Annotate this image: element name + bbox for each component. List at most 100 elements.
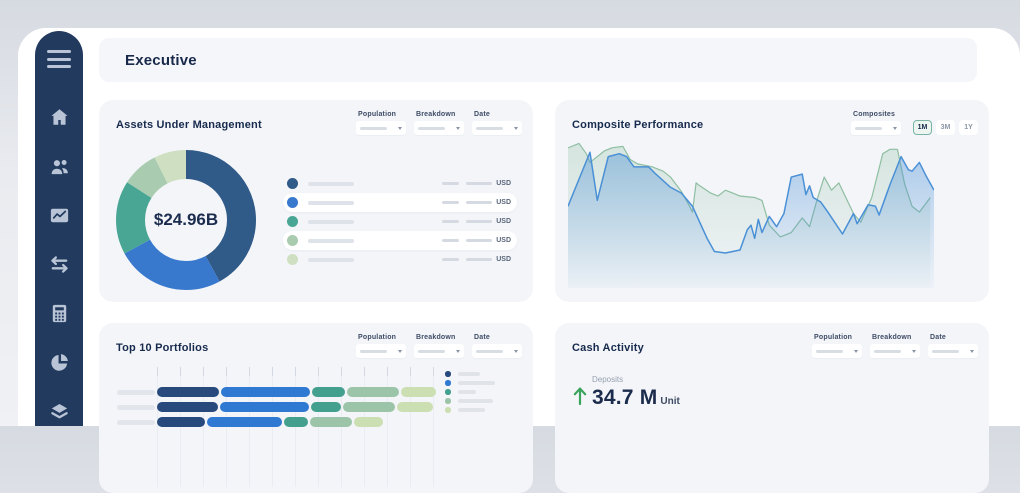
chevron-down-icon xyxy=(398,127,402,130)
top10-legend-item xyxy=(445,380,495,386)
deposits-metric: Deposits 34.7 MUnit xyxy=(572,375,680,410)
currency-label: USD xyxy=(496,180,511,187)
card-title: Composite Performance xyxy=(572,119,703,131)
bar-segment xyxy=(157,402,218,412)
filter-select-breakdown[interactable] xyxy=(414,344,464,358)
chevron-down-icon xyxy=(854,350,858,353)
aum-legend-row[interactable]: USD xyxy=(283,193,517,212)
filter-label: Population xyxy=(358,334,406,341)
value-placeholder xyxy=(466,201,492,205)
home-icon[interactable] xyxy=(48,106,71,129)
bar-segment xyxy=(312,387,345,397)
bar-segment xyxy=(220,402,309,412)
filter-select-breakdown[interactable] xyxy=(414,121,464,135)
filter-select-composites[interactable] xyxy=(851,121,901,135)
filter-group-breakdown: Breakdown xyxy=(414,111,464,135)
filter-select-breakdown[interactable] xyxy=(870,344,920,358)
range-button-1m[interactable]: 1M xyxy=(913,120,932,135)
aum-legend-row[interactable]: USD xyxy=(283,212,517,231)
page-header: Executive xyxy=(99,38,977,82)
card-composite-performance: Composite Performance Composites 1M 3M 1Y xyxy=(555,100,989,302)
text-placeholder xyxy=(458,372,480,376)
legend-dot xyxy=(287,178,298,189)
card-title: Top 10 Portfolios xyxy=(116,342,208,354)
filter-group-date: Date xyxy=(928,334,978,358)
filter-select-population[interactable] xyxy=(356,344,406,358)
filter-select-population[interactable] xyxy=(356,121,406,135)
allocation-pie-icon[interactable] xyxy=(48,351,71,374)
filter-bar: Population Breakdown Date xyxy=(356,111,522,135)
select-placeholder xyxy=(476,350,503,353)
calculator-icon[interactable] xyxy=(48,302,71,325)
up-arrow-icon xyxy=(572,385,588,407)
filter-label: Composites xyxy=(853,111,901,118)
value-placeholder xyxy=(442,201,459,205)
filter-select-date[interactable] xyxy=(928,344,978,358)
aum-total-value: $24.96B xyxy=(115,149,257,291)
filter-label: Breakdown xyxy=(416,334,464,341)
text-placeholder xyxy=(308,182,354,186)
filter-label: Breakdown xyxy=(416,111,464,118)
aum-legend-row[interactable]: USD xyxy=(283,231,517,250)
filter-group-population: Population xyxy=(356,334,406,358)
select-placeholder xyxy=(932,350,959,353)
filter-label: Date xyxy=(474,111,522,118)
top10-legend-item xyxy=(445,407,495,413)
transfers-icon[interactable] xyxy=(48,253,71,276)
clients-icon[interactable] xyxy=(48,155,71,178)
text-placeholder xyxy=(308,220,354,224)
text-placeholder xyxy=(308,201,354,205)
value-placeholder xyxy=(442,220,459,224)
hamburger-menu-icon[interactable] xyxy=(47,50,71,68)
range-toggle: 1M 3M 1Y xyxy=(913,120,978,135)
filter-select-population[interactable] xyxy=(812,344,862,358)
filter-group-composites: Composites xyxy=(851,111,901,135)
filter-select-date[interactable] xyxy=(472,344,522,358)
aum-legend-row[interactable]: USD xyxy=(283,174,517,193)
bar-segment xyxy=(401,387,436,397)
card-assets-under-management: Assets Under Management PopulationBreakd… xyxy=(99,100,533,302)
select-placeholder xyxy=(418,127,445,130)
bar-segment xyxy=(343,402,395,412)
filter-group-date: Date xyxy=(472,111,522,135)
select-placeholder xyxy=(855,127,882,130)
page-title: Executive xyxy=(125,52,197,69)
metric-unit: Unit xyxy=(660,396,679,407)
text-placeholder xyxy=(117,420,155,425)
chevron-down-icon xyxy=(514,350,518,353)
filter-select-date[interactable] xyxy=(472,121,522,135)
text-placeholder xyxy=(458,399,493,403)
holdings-layers-icon[interactable] xyxy=(48,400,71,423)
value-placeholder xyxy=(466,220,492,224)
aum-donut-chart: $24.96B xyxy=(115,149,257,291)
filter-bar: Population Breakdown Date xyxy=(812,334,978,358)
performance-icon[interactable] xyxy=(48,204,71,227)
chevron-down-icon xyxy=(970,350,974,353)
select-placeholder xyxy=(476,127,503,130)
top10-legend-item xyxy=(445,371,495,377)
top10-legend-item xyxy=(445,389,495,395)
chevron-down-icon xyxy=(456,127,460,130)
value-placeholder xyxy=(466,258,492,262)
text-placeholder xyxy=(458,381,495,385)
legend-dot xyxy=(445,371,451,377)
chevron-down-icon xyxy=(893,127,897,130)
chevron-down-icon xyxy=(514,127,518,130)
chevron-down-icon xyxy=(456,350,460,353)
select-placeholder xyxy=(360,350,387,353)
aum-legend-row[interactable]: USD xyxy=(283,250,517,269)
filter-label: Date xyxy=(930,334,978,341)
legend-dot xyxy=(287,235,298,246)
filter-label: Breakdown xyxy=(872,334,920,341)
aum-legend: USDUSDUSDUSDUSD xyxy=(283,174,517,269)
filter-group-population: Population xyxy=(812,334,862,358)
value-placeholder xyxy=(442,258,459,262)
filter-label: Population xyxy=(358,111,406,118)
range-button-3m[interactable]: 3M xyxy=(936,120,955,135)
select-placeholder xyxy=(360,127,387,130)
filter-bar: PopulationBreakdownDate xyxy=(356,334,522,358)
card-title: Cash Activity xyxy=(572,342,644,354)
legend-dot xyxy=(445,407,451,413)
gridlines xyxy=(157,367,434,487)
range-button-1y[interactable]: 1Y xyxy=(959,120,978,135)
